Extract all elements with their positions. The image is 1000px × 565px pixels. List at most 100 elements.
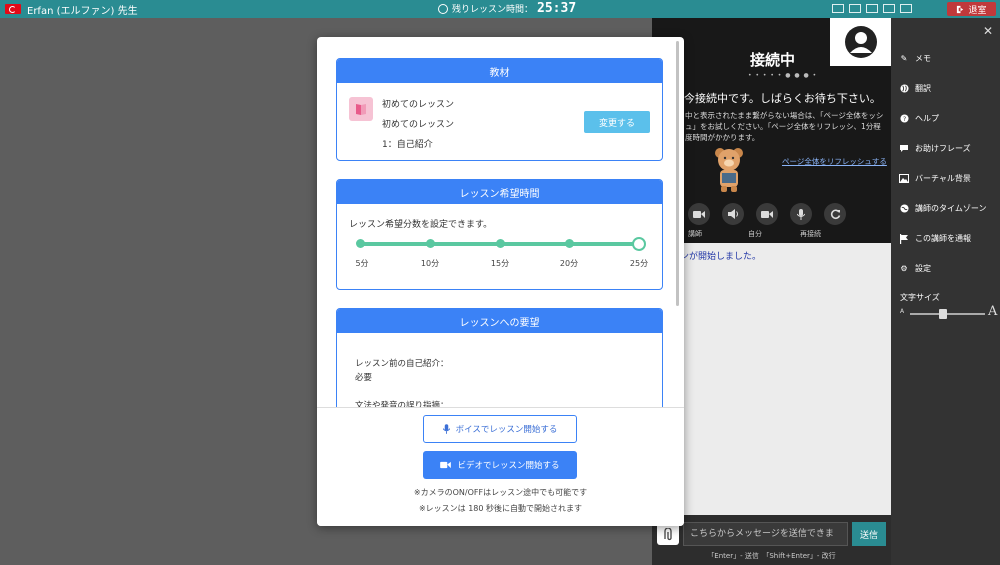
reconnect-button[interactable] — [824, 203, 846, 225]
exit-icon — [957, 5, 964, 13]
book-icon — [349, 97, 373, 121]
material-unit: 1：自己紹介 — [382, 140, 433, 150]
sidebar-item-label: ヘルプ — [915, 114, 939, 123]
sidebar-item-memo[interactable]: ✎ メモ — [899, 53, 931, 64]
sidebar-item-settings[interactable]: ⚙ 設定 — [899, 263, 931, 274]
font-size-label: 文字サイズ — [900, 293, 940, 302]
material-course: 初めてのレッスン — [382, 100, 455, 110]
flag-icon — [899, 233, 909, 244]
microphone-icon — [442, 424, 450, 434]
lesson-timer: 残りレッスン時間： 25:37 — [438, 1, 576, 16]
duration-label-25: 25分 — [629, 259, 649, 268]
image-icon — [899, 174, 909, 184]
user-icon — [844, 26, 877, 58]
modal-footer: ボイスでレッスン開始する ビデオでレッスン開始する ※カメラのON/OFFはレッ… — [317, 407, 684, 526]
chat-bubble-icon — [899, 144, 909, 154]
top-bar: Erfan (エルファン) 先生 残りレッスン時間： 25:37 退室 — [0, 0, 1000, 18]
start-voice-lesson-button[interactable]: ボイスでレッスン開始する — [423, 415, 577, 443]
turkey-flag-icon — [5, 4, 21, 14]
modal-content: 教材 初めてのレッスン 初めてのレッスン 1：自己紹介 変更する レッスン希望時… — [317, 37, 684, 407]
duration-stop-20[interactable] — [564, 239, 574, 248]
bear-mascot-icon — [715, 148, 743, 192]
control-labels: 講師 自分 再接続 — [688, 229, 821, 239]
refresh-page-link[interactable]: ページ全体をリフレッシュする — [782, 156, 887, 167]
reconnect-label: 再接続 — [800, 230, 821, 238]
duration-header: レッスン希望時間 — [337, 180, 662, 204]
material-card: 教材 初めてのレッスン 初めてのレッスン 1：自己紹介 変更する — [336, 58, 663, 161]
edit-icon: ✎ — [900, 54, 908, 63]
sidebar-item-timezone[interactable]: 講師のタイムゾーン — [899, 203, 986, 214]
duration-label-10: 10分 — [420, 259, 440, 268]
layout-5-icon[interactable] — [900, 4, 912, 13]
loading-dots: • • • • • ● ● ● • — [748, 72, 818, 79]
teacher-speaker-button[interactable] — [722, 203, 744, 225]
sidebar-item-label: この講師を通報 — [915, 234, 971, 243]
duration-label-5: 5分 — [355, 259, 369, 268]
attachment-icon — [664, 527, 672, 540]
self-label: 自分 — [748, 230, 762, 238]
chat-message: ンが開始しました。 — [680, 252, 762, 262]
sidebar-item-virtual-background[interactable]: バーチャル背景 — [899, 173, 971, 184]
duration-handle-selected[interactable] — [632, 237, 646, 251]
layout-switcher — [832, 4, 912, 13]
request-intro-value: 必要 — [355, 373, 373, 383]
layout-1-icon[interactable] — [832, 4, 844, 13]
layout-4-icon[interactable] — [883, 4, 895, 13]
change-material-button[interactable]: 変更する — [584, 111, 650, 133]
timer-value: 25:37 — [537, 1, 577, 16]
layout-2-icon[interactable] — [849, 4, 861, 13]
exit-button[interactable]: 退室 — [947, 2, 996, 16]
sidebar-item-phrases[interactable]: お助けフレーズ — [899, 143, 971, 154]
start-video-lesson-button[interactable]: ビデオでレッスン開始する — [423, 451, 577, 479]
exit-label: 退室 — [968, 5, 987, 16]
modal-scrollbar[interactable] — [676, 41, 679, 306]
sidebar-item-label: お助けフレーズ — [915, 144, 971, 153]
chat-panel: ンが開始しました。 — [652, 243, 891, 515]
duration-stop-15[interactable] — [495, 239, 505, 248]
sidebar-item-label: 翻訳 — [915, 84, 931, 93]
sidebar-item-label: 講師のタイムゾーン — [915, 204, 987, 213]
material-lesson: 初めてのレッスン — [382, 120, 455, 130]
font-size-slider[interactable]: A A — [900, 304, 998, 320]
teacher-camera-button[interactable] — [688, 203, 710, 225]
slider-handle[interactable] — [939, 309, 947, 319]
video-camera-icon — [761, 210, 773, 218]
speaker-icon — [727, 209, 738, 219]
teacher-name: Erfan (エルファン) 先生 — [27, 5, 138, 17]
duration-stop-10[interactable] — [425, 239, 435, 248]
close-icon[interactable]: ✕ — [983, 24, 993, 38]
sidebar-item-help[interactable]: ? ヘルプ — [899, 113, 939, 124]
self-mic-button[interactable] — [790, 203, 812, 225]
send-button[interactable]: 送信 — [852, 522, 886, 546]
layout-3-icon[interactable] — [866, 4, 878, 13]
request-intro-label: レッスン前の自己紹介： — [355, 359, 449, 369]
chat-input-area: 送信 「Enter」- 送信 「Shift+Enter」- 改行 — [652, 515, 891, 565]
svg-text:?: ? — [902, 116, 905, 123]
self-camera-button[interactable] — [756, 203, 778, 225]
attach-file-button[interactable] — [657, 523, 679, 545]
lesson-start-modal: 教材 初めてのレッスン 初めてのレッスン 1：自己紹介 変更する レッスン希望時… — [317, 37, 684, 526]
slider-track[interactable] — [910, 313, 985, 315]
request-correction-label: 文法や発音の誤り指摘： — [355, 401, 449, 407]
chat-keyboard-hint: 「Enter」- 送信 「Shift+Enter」- 改行 — [707, 552, 836, 560]
connection-help-text: 中と表示されたまま繋がらない場合は、「ページ全体をッシュ」をお試しください。「ペ… — [685, 111, 884, 142]
timer-label: 残りレッスン時間： — [452, 5, 534, 15]
requests-card: レッスンへの要望 レッスン前の自己紹介： 必要 文法や発音の誤り指摘： — [336, 308, 663, 407]
video-camera-icon — [693, 210, 705, 218]
sidebar-item-translate[interactable]: 翻訳 — [899, 83, 931, 94]
large-font-icon: A — [988, 304, 998, 319]
tools-sidebar: ✕ ✎ メモ 翻訳 ? ヘルプ お助けフレーズ バーチャル背景 講師のタイムゾー… — [891, 18, 1000, 565]
microphone-icon — [797, 208, 805, 220]
small-font-icon: A — [900, 308, 905, 315]
duration-label-20: 20分 — [559, 259, 579, 268]
sidebar-item-label: メモ — [915, 54, 931, 63]
sidebar-item-report[interactable]: この講師を通報 — [899, 233, 971, 244]
duration-label-15: 15分 — [490, 259, 510, 268]
sidebar-item-label: バーチャル背景 — [915, 174, 971, 183]
video-camera-icon — [440, 461, 452, 469]
duration-stop-5[interactable] — [355, 239, 365, 248]
duration-description: レッスン希望分数を設定できます。 — [349, 220, 493, 230]
chat-message-input[interactable] — [683, 522, 848, 546]
connection-status-title: 接続中 — [750, 51, 796, 69]
self-avatar — [830, 18, 891, 66]
